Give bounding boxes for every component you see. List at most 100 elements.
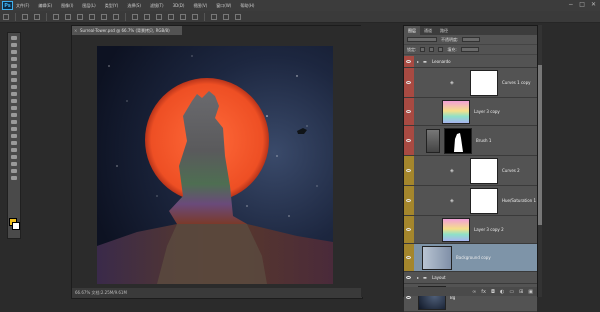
layer-name[interactable]: Curves 1 copy — [502, 80, 531, 85]
visibility-eye-icon[interactable] — [406, 255, 411, 259]
menu-layer[interactable]: 图层(L) — [82, 3, 95, 9]
marquee-tool-icon[interactable] — [11, 43, 17, 47]
align-left-icon[interactable] — [89, 13, 95, 20]
eraser-tool-icon[interactable] — [11, 106, 17, 110]
menu-image[interactable]: 图像(I) — [61, 3, 73, 9]
layer-thumbnail[interactable] — [470, 157, 498, 184]
tab-layers[interactable]: 图层 — [404, 26, 420, 35]
visibility-eye-icon[interactable] — [406, 109, 411, 113]
mask-icon[interactable]: ◘ — [491, 289, 495, 295]
menu-view[interactable]: 视图(V) — [193, 3, 207, 9]
zoom-tool-icon[interactable] — [11, 169, 17, 173]
path-select-tool-icon[interactable] — [11, 148, 17, 152]
healing-brush-tool-icon[interactable] — [11, 78, 17, 82]
auto-select-checkbox[interactable] — [22, 13, 28, 20]
layer-thumbnail[interactable] — [442, 99, 470, 124]
move-tool-icon[interactable] — [11, 36, 17, 40]
menu-select[interactable]: 选择(S) — [127, 3, 141, 9]
align-bottom-icon[interactable] — [77, 13, 83, 20]
visibility-eye-icon[interactable] — [406, 227, 411, 231]
layer-thumbnail[interactable] — [444, 127, 472, 154]
tab-paths[interactable]: 路径 — [436, 26, 452, 35]
align-right-icon[interactable] — [113, 13, 119, 20]
visibility-eye-icon[interactable] — [406, 59, 411, 63]
distribute-top-icon[interactable] — [132, 13, 138, 20]
menu-help[interactable]: 帮助(H) — [240, 3, 254, 9]
document-tab[interactable]: × Surreal-Tower.psd @ 66.7% (背景拷贝, RGB/8… — [72, 26, 182, 35]
type-tool-icon[interactable] — [11, 141, 17, 145]
close-document-icon[interactable]: × — [74, 26, 77, 35]
layer-row[interactable]: ◈ Hue/Saturation 1 — [404, 186, 537, 216]
brush-tool-icon[interactable] — [11, 85, 17, 89]
blend-mode-select[interactable] — [407, 37, 437, 42]
align-middle-icon[interactable] — [65, 13, 71, 20]
new-layer-icon[interactable]: ⊞ — [519, 289, 523, 295]
layer-name[interactable]: Leonardo — [432, 59, 451, 64]
background-color-swatch[interactable] — [12, 222, 20, 230]
pen-tool-icon[interactable] — [11, 134, 17, 138]
3d-rotate-icon[interactable] — [223, 13, 229, 20]
layer-thumbnail[interactable] — [426, 128, 440, 153]
tool-preset-icon[interactable] — [3, 13, 9, 20]
visibility-eye-icon[interactable] — [406, 168, 411, 172]
distribute-right-icon[interactable] — [192, 13, 198, 20]
align-center-icon[interactable] — [101, 13, 107, 20]
maximize-button[interactable]: □ — [579, 1, 585, 8]
shape-tool-icon[interactable] — [11, 155, 17, 159]
layer-name[interactable]: Curves 2 — [502, 168, 520, 173]
gradient-tool-icon[interactable] — [11, 113, 17, 117]
folder-icon[interactable]: ▭ — [509, 289, 514, 295]
fill-field[interactable] — [460, 47, 479, 52]
canvas[interactable] — [97, 46, 333, 284]
lock-pixels-icon[interactable] — [429, 47, 435, 52]
layer-row[interactable]: ◈ Curves 1 copy — [404, 68, 537, 98]
close-window-button[interactable]: ✕ — [591, 1, 596, 8]
distribute-bottom-icon[interactable] — [156, 13, 162, 20]
layer-name[interactable]: Background copy — [456, 255, 491, 260]
distribute-center-icon[interactable] — [180, 13, 186, 20]
adjust-icon[interactable]: ◐ — [500, 289, 504, 295]
layer-row[interactable]: ▸ ▬ Layout — [404, 272, 537, 284]
3d-mode-icon[interactable] — [211, 13, 217, 20]
3d-pan-icon[interactable] — [235, 13, 241, 20]
menu-type[interactable]: 类型(Y) — [105, 3, 119, 9]
distribute-middle-icon[interactable] — [144, 13, 150, 20]
layer-name[interactable]: Layer 3 copy — [474, 109, 500, 114]
layer-row[interactable]: Background copy — [404, 244, 537, 272]
layer-row[interactable]: ◈ Curves 2 — [404, 156, 537, 186]
quick-select-tool-icon[interactable] — [11, 57, 17, 61]
layer-thumbnail[interactable] — [470, 187, 498, 214]
hand-tool-icon[interactable] — [11, 162, 17, 166]
layer-row[interactable]: Brush 1 — [404, 126, 537, 156]
layer-row[interactable]: ▸ ▬ Leonardo — [404, 56, 537, 68]
history-brush-tool-icon[interactable] — [11, 99, 17, 103]
expand-arrow-icon[interactable]: ▸ — [417, 275, 419, 280]
lock-position-icon[interactable] — [438, 47, 444, 52]
layer-name[interactable]: Layer 3 copy 2 — [474, 227, 504, 232]
fx-icon[interactable]: fx — [481, 289, 486, 295]
visibility-eye-icon[interactable] — [406, 80, 411, 84]
crop-tool-icon[interactable] — [11, 64, 17, 68]
dodge-tool-icon[interactable] — [11, 127, 17, 131]
layer-name[interactable]: Hue/Saturation 1 — [502, 198, 536, 203]
more-tools-icon[interactable] — [11, 176, 17, 180]
distribute-left-icon[interactable] — [168, 13, 174, 20]
menu-window[interactable]: 窗口(W) — [216, 3, 231, 9]
menu-edit[interactable]: 编辑(E) — [38, 3, 52, 9]
expand-arrow-icon[interactable]: ▸ — [417, 59, 419, 64]
layer-row[interactable]: Layer 3 copy — [404, 98, 537, 126]
layer-name[interactable]: Brush 1 — [476, 138, 491, 143]
visibility-eye-icon[interactable] — [406, 198, 411, 202]
trash-icon[interactable]: ▣ — [528, 289, 533, 295]
minimize-button[interactable]: − — [568, 1, 573, 8]
layer-thumbnail[interactable] — [470, 69, 498, 96]
menu-file[interactable]: 文件(F) — [16, 3, 29, 9]
opacity-field[interactable] — [462, 37, 481, 42]
lasso-tool-icon[interactable] — [11, 50, 17, 54]
link-icon[interactable]: ∞ — [472, 289, 476, 295]
blur-tool-icon[interactable] — [11, 120, 17, 124]
layer-row[interactable]: Layer 3 copy 2 — [404, 216, 537, 244]
eyedropper-tool-icon[interactable] — [11, 71, 17, 75]
menu-3d[interactable]: 3D(D) — [173, 3, 185, 8]
layer-thumbnail[interactable] — [422, 245, 452, 270]
